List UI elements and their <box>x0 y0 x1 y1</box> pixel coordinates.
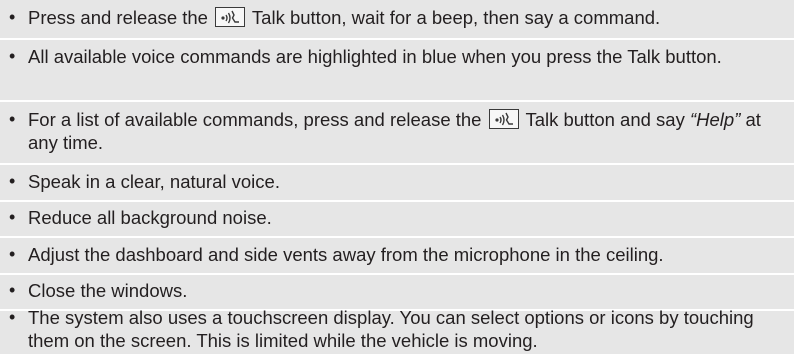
list-item-text: Close the windows. <box>28 280 188 301</box>
list-item-speak-clearly: • Speak in a clear, natural voice. <box>0 170 794 193</box>
bullet-marker: • <box>9 7 16 27</box>
list-item-text: All available voice commands are highlig… <box>28 46 722 67</box>
list-item-text: Press and release the <box>28 7 208 28</box>
list-item-text: Talk button, wait for a beep, then say a… <box>251 7 661 28</box>
list-item-touchscreen: • The system also uses a touchscreen dis… <box>0 306 794 352</box>
list-item-text: Talk button and say <box>525 109 685 130</box>
divider <box>0 236 794 238</box>
list-item-text: Speak in a clear, natural voice. <box>28 171 280 192</box>
bullet-marker: • <box>9 307 16 327</box>
help-command-quote: “Help” <box>690 109 741 130</box>
bullet-marker: • <box>9 46 16 66</box>
voice-talk-icon <box>488 109 519 129</box>
divider <box>0 163 794 165</box>
list-item-adjust-vents: • Adjust the dashboard and side vents aw… <box>0 243 794 266</box>
list-item-text: For a list of available commands, press … <box>28 109 482 130</box>
voice-tips-list: • Press and release the Talk button, wai… <box>0 0 794 354</box>
bullet-marker: • <box>9 171 16 191</box>
list-item-text: The system also uses a touchscreen displ… <box>28 307 754 351</box>
list-item-close-windows: • Close the windows. <box>0 279 794 302</box>
list-item-help-command: • For a list of available commands, pres… <box>0 108 794 154</box>
list-item-highlight-info: • All available voice commands are highl… <box>0 45 794 68</box>
list-item-text: Reduce all background noise. <box>28 207 272 228</box>
bullet-marker: • <box>9 244 16 264</box>
list-item-text: Adjust the dashboard and side vents away… <box>28 244 664 265</box>
divider <box>0 200 794 202</box>
divider <box>0 100 794 102</box>
list-item-reduce-noise: • Reduce all background noise. <box>0 206 794 229</box>
list-item-talk-instruction: • Press and release the Talk button, wai… <box>0 6 794 29</box>
bullet-marker: • <box>9 109 16 129</box>
bullet-marker: • <box>9 207 16 227</box>
divider <box>0 273 794 275</box>
voice-talk-icon <box>215 7 246 27</box>
bullet-marker: • <box>9 280 16 300</box>
divider <box>0 38 794 40</box>
